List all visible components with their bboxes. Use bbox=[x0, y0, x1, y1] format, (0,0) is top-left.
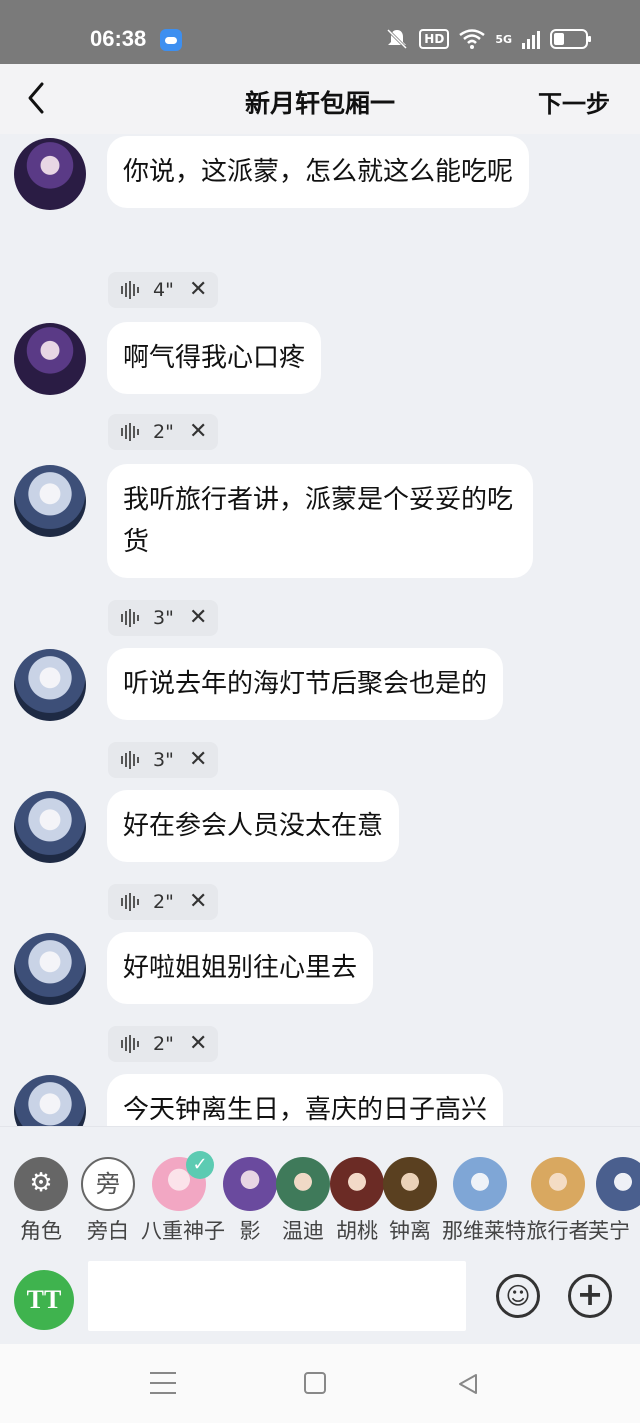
status-bar: 06:38 HD 5G bbox=[0, 0, 640, 64]
role-item-traveler[interactable]: 旅行者 bbox=[520, 1157, 596, 1244]
weather-app-icon bbox=[160, 29, 182, 51]
role-name: 旅行者 bbox=[526, 1219, 590, 1243]
avatar[interactable] bbox=[14, 933, 86, 1005]
hd-icon: HD bbox=[419, 29, 450, 49]
voice-chip[interactable]: 2" ✕ bbox=[108, 1026, 218, 1062]
battery-icon bbox=[550, 29, 591, 49]
chat-thread[interactable]: 你说，这派蒙，怎么就这么能吃呢 4" ✕ 啊气得我心口疼 2" ✕ 我听旅行者讲… bbox=[0, 134, 640, 1126]
avatar[interactable] bbox=[14, 138, 86, 210]
voice-duration: 2" bbox=[153, 421, 174, 443]
role-name: 八重神子 bbox=[141, 1219, 225, 1243]
role-settings-icon bbox=[14, 1157, 68, 1211]
voice-duration: 3" bbox=[153, 607, 174, 629]
message-bubble[interactable]: 今天钟离生日，喜庆的日子高兴 bbox=[107, 1074, 504, 1126]
voice-duration: 4" bbox=[153, 279, 174, 301]
text-format-button[interactable]: TT bbox=[14, 1270, 74, 1330]
avatar[interactable] bbox=[14, 1075, 86, 1126]
system-nav-bar bbox=[0, 1344, 640, 1423]
avatar bbox=[596, 1157, 640, 1211]
remove-voice-icon[interactable]: ✕ bbox=[189, 749, 207, 771]
role-name: 芙宁 bbox=[588, 1219, 630, 1243]
avatar[interactable] bbox=[14, 649, 86, 721]
voice-chip[interactable]: 3" ✕ bbox=[108, 742, 218, 778]
voice-duration: 2" bbox=[153, 891, 174, 913]
role-name: 那维莱特 bbox=[442, 1219, 526, 1243]
voice-wave-icon bbox=[121, 609, 139, 627]
add-icon[interactable]: + bbox=[568, 1274, 612, 1318]
role-selector[interactable]: 角色 旁 旁白 ✓ 八重神子 影 温迪 胡桃 钟离 那维莱特 旅行者 芙宁 bbox=[0, 1126, 640, 1244]
avatar[interactable] bbox=[14, 465, 86, 537]
role-name: 角色 bbox=[20, 1219, 62, 1243]
next-step-button[interactable]: 下一步 bbox=[538, 84, 610, 119]
message-bubble[interactable]: 你说，这派蒙，怎么就这么能吃呢 bbox=[107, 136, 530, 208]
avatar: ✓ bbox=[152, 1151, 214, 1211]
mute-icon bbox=[387, 28, 408, 50]
selected-check-icon: ✓ bbox=[186, 1151, 214, 1179]
voice-wave-icon bbox=[121, 281, 139, 299]
avatar bbox=[453, 1157, 507, 1211]
role-item-settings[interactable]: 角色 bbox=[3, 1157, 79, 1244]
voice-wave-icon bbox=[121, 751, 139, 769]
voice-chip[interactable]: 4" ✕ bbox=[108, 272, 218, 308]
status-icons: HD 5G bbox=[385, 28, 591, 50]
menu-icon[interactable] bbox=[150, 1372, 176, 1394]
avatar bbox=[531, 1157, 585, 1211]
narrator-icon: 旁 bbox=[81, 1157, 135, 1211]
avatar[interactable] bbox=[14, 791, 86, 863]
wifi-icon bbox=[459, 29, 486, 49]
voice-wave-icon bbox=[121, 893, 139, 911]
home-icon[interactable] bbox=[304, 1372, 326, 1394]
remove-voice-icon[interactable]: ✕ bbox=[189, 607, 207, 629]
role-item-neuvillette[interactable]: 那维莱特 bbox=[442, 1157, 526, 1244]
role-name: 钟离 bbox=[389, 1219, 431, 1243]
voice-chip[interactable]: 2" ✕ bbox=[108, 884, 218, 920]
voice-duration: 3" bbox=[153, 749, 174, 771]
message-bubble[interactable]: 听说去年的海灯节后聚会也是的 bbox=[107, 648, 504, 720]
role-item-zhongli[interactable]: 钟离 bbox=[372, 1157, 448, 1244]
remove-voice-icon[interactable]: ✕ bbox=[189, 421, 207, 443]
message-bubble[interactable]: 好啦姐姐别往心里去 bbox=[107, 932, 374, 1004]
voice-chip[interactable]: 3" ✕ bbox=[108, 600, 218, 636]
avatar bbox=[383, 1157, 437, 1211]
remove-voice-icon[interactable]: ✕ bbox=[189, 279, 207, 301]
remove-voice-icon[interactable]: ✕ bbox=[189, 1033, 207, 1055]
message-input[interactable] bbox=[88, 1261, 466, 1331]
chat-header: 新月轩包厢一 下一步 bbox=[0, 64, 640, 134]
signal-icon bbox=[522, 29, 540, 49]
voice-duration: 2" bbox=[153, 1033, 174, 1055]
message-bubble[interactable]: 好在参会人员没太在意 bbox=[107, 790, 400, 862]
avatar[interactable] bbox=[14, 323, 86, 395]
message-bubble[interactable]: 我听旅行者讲，派蒙是个妥妥的吃货 bbox=[107, 464, 533, 578]
voice-chip[interactable]: 2" ✕ bbox=[108, 414, 218, 450]
back-triangle-icon[interactable] bbox=[456, 1372, 480, 1396]
status-time: 06:38 bbox=[90, 26, 147, 51]
role-item-yae-miko[interactable]: ✓ 八重神子 bbox=[141, 1151, 225, 1244]
voice-wave-icon bbox=[121, 423, 139, 441]
input-bar: TT ☺ + bbox=[0, 1244, 640, 1344]
message-bubble[interactable]: 啊气得我心口疼 bbox=[107, 322, 322, 394]
role-item-furina[interactable]: 芙宁 bbox=[588, 1157, 640, 1244]
voice-wave-icon bbox=[121, 1035, 139, 1053]
role-item-narrator[interactable]: 旁 旁白 bbox=[70, 1157, 146, 1244]
remove-voice-icon[interactable]: ✕ bbox=[189, 891, 207, 913]
role-name: 旁白 bbox=[87, 1219, 129, 1243]
emoji-icon[interactable]: ☺ bbox=[496, 1274, 540, 1318]
network-type-label: 5G bbox=[495, 32, 512, 46]
